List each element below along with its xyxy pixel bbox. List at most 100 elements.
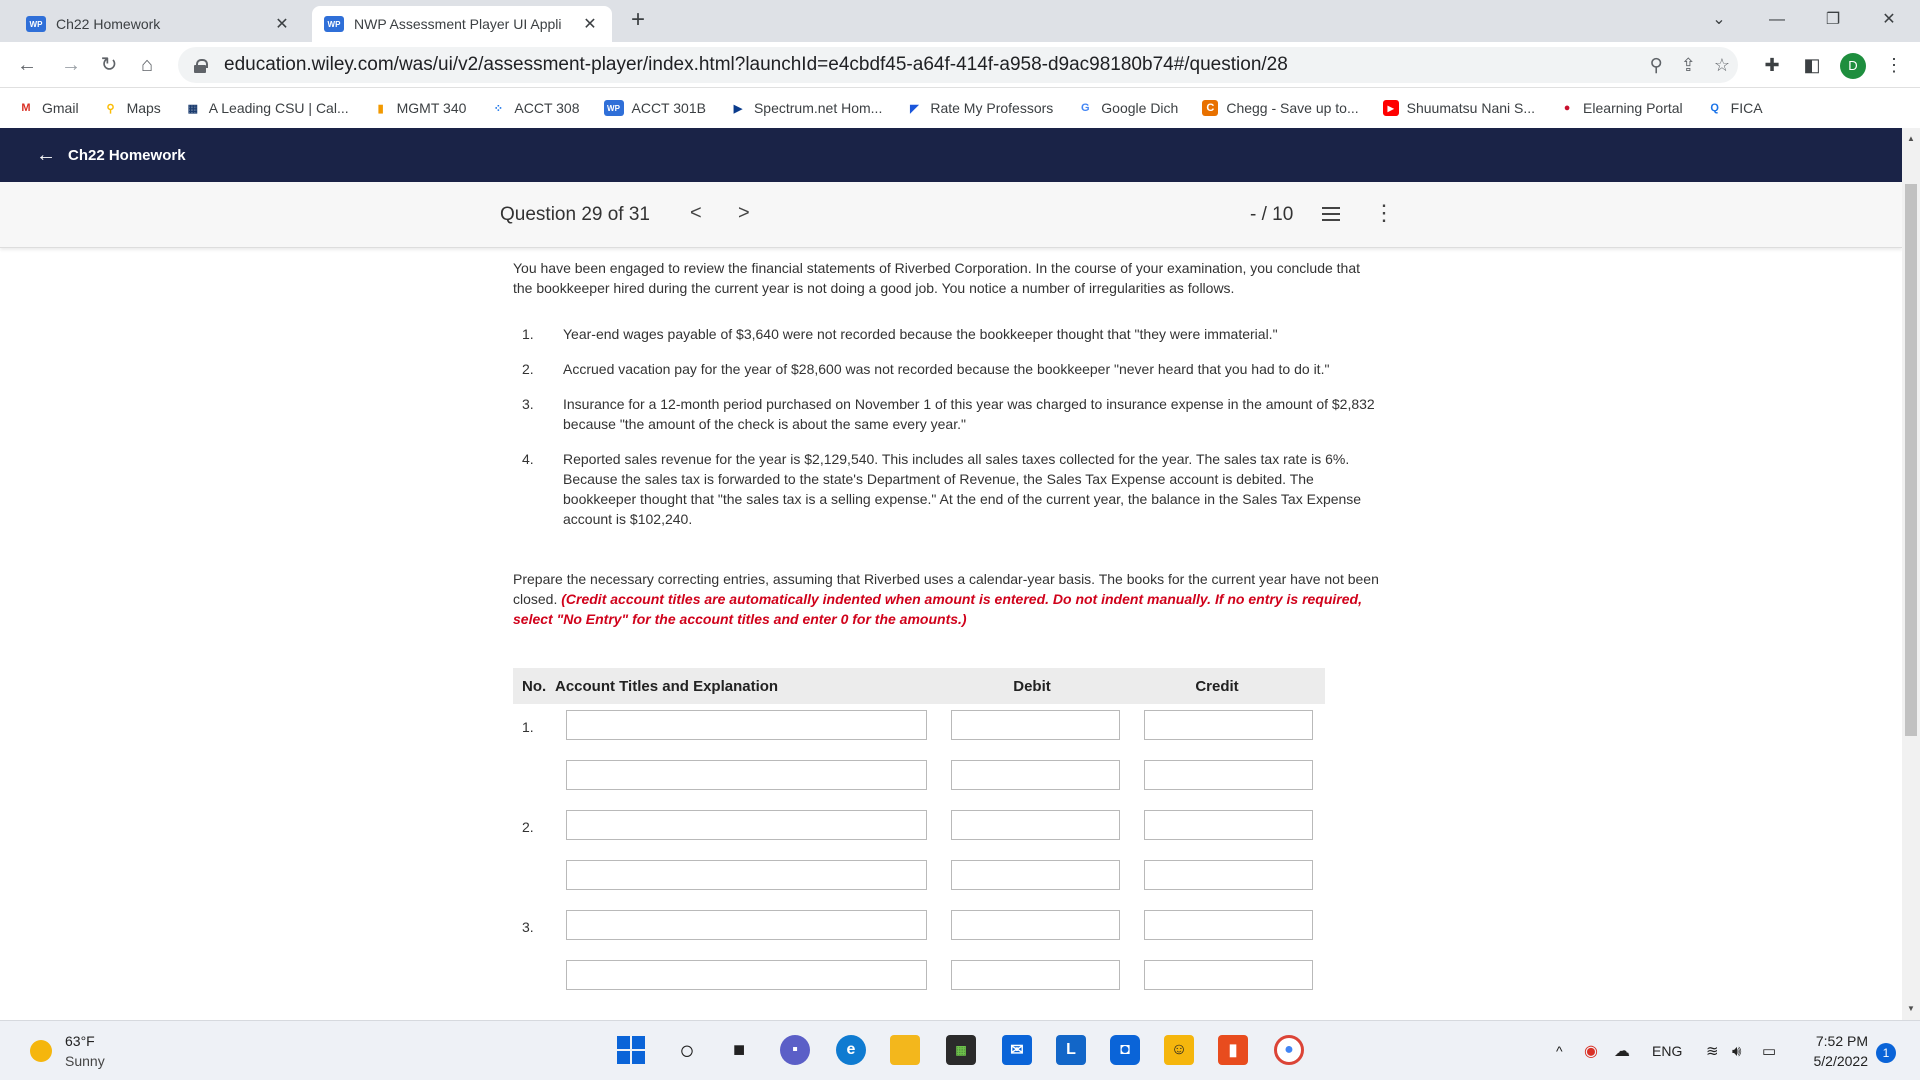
debit-input[interactable] xyxy=(951,860,1120,890)
bookmark-gmail[interactable]: M Gmail xyxy=(18,100,78,116)
notification-badge[interactable]: 1 xyxy=(1876,1043,1896,1063)
office-app-icon[interactable]: ▮ xyxy=(1218,1035,1248,1065)
question-list-icon[interactable] xyxy=(1322,206,1340,222)
account-title-input[interactable] xyxy=(566,910,927,940)
bookmark-chegg[interactable]: C Chegg - Save up to... xyxy=(1202,100,1359,116)
microsoft-store-icon[interactable]: ▦ xyxy=(946,1035,976,1065)
debit-input[interactable] xyxy=(951,910,1120,940)
tab-ch22-homework[interactable]: WP Ch22 Homework ✕ xyxy=(14,6,304,42)
chrome-browser-icon[interactable]: ● xyxy=(1274,1035,1304,1065)
share-icon[interactable]: ⇪ xyxy=(1681,55,1696,76)
scroll-down-arrow-icon[interactable]: ▼ xyxy=(1902,1004,1920,1013)
tab-close-icon[interactable]: ✕ xyxy=(272,14,292,34)
bookmark-rmp[interactable]: ◤ Rate My Professors xyxy=(906,100,1053,116)
credit-input[interactable] xyxy=(1144,710,1313,740)
chrome-menu-icon[interactable]: ⋮ xyxy=(1880,51,1908,79)
tray-overflow-chevron-icon[interactable]: ^ xyxy=(1556,1021,1563,1081)
bookmark-csu[interactable]: ▦ A Leading CSU | Cal... xyxy=(185,100,349,116)
maps-pin-icon: ⚲ xyxy=(106,102,115,115)
debit-input[interactable] xyxy=(951,760,1120,790)
credit-input[interactable] xyxy=(1144,760,1313,790)
home-icon[interactable]: ⌂ xyxy=(132,50,162,80)
bookmark-fica[interactable]: Q FICA xyxy=(1707,100,1762,116)
question-counter[interactable]: Question 29 of 31 xyxy=(500,204,650,226)
new-tab-button[interactable]: + xyxy=(624,6,652,34)
bookmark-label: Google Dich xyxy=(1101,100,1179,116)
forward-arrow-icon[interactable]: → xyxy=(56,50,86,80)
file-explorer-icon[interactable] xyxy=(890,1035,920,1065)
minimize-button[interactable]: — xyxy=(1754,0,1800,42)
extensions-puzzle-icon[interactable]: ✚ xyxy=(1758,51,1786,79)
lockdown-browser-icon[interactable]: L xyxy=(1056,1035,1086,1065)
battery-icon[interactable]: ▭ xyxy=(1762,1021,1776,1081)
debit-input[interactable] xyxy=(951,710,1120,740)
tab-close-icon[interactable]: ✕ xyxy=(580,14,600,34)
back-arrow-icon[interactable]: ← xyxy=(36,144,56,167)
bookmark-shuumatsu[interactable]: ▶ Shuumatsu Nani S... xyxy=(1382,100,1535,116)
volume-icon[interactable]: 🔊︎ xyxy=(1732,1021,1741,1081)
search-icon[interactable]: ○ xyxy=(672,1035,702,1065)
tray-app-icon[interactable]: ◉ xyxy=(1584,1021,1598,1081)
account-title-input[interactable] xyxy=(566,860,927,890)
address-bar[interactable]: education.wiley.com/was/ui/v2/assessment… xyxy=(178,47,1738,83)
account-title-input[interactable] xyxy=(566,960,927,990)
wifi-icon[interactable]: ≋ xyxy=(1706,1021,1719,1081)
weather-condition[interactable]: Sunny xyxy=(65,1053,105,1069)
bookmark-mgmt340[interactable]: ▮ MGMT 340 xyxy=(373,100,467,116)
previous-question-chevron-icon[interactable]: < xyxy=(690,202,702,225)
zoom-meeting-icon[interactable]: ◘ xyxy=(1110,1035,1140,1065)
task-view-icon[interactable]: ■ xyxy=(724,1035,754,1065)
credit-input[interactable] xyxy=(1144,860,1313,890)
restore-button[interactable]: ❐ xyxy=(1810,0,1856,42)
side-panel-icon[interactable]: ◧ xyxy=(1798,51,1826,79)
entry-number: 3. xyxy=(522,919,534,935)
zoom-icon[interactable]: ⚲ xyxy=(1650,55,1663,76)
language-indicator[interactable]: ENG xyxy=(1652,1021,1682,1081)
bookmark-elearning[interactable]: ● Elearning Portal xyxy=(1559,100,1683,116)
system-clock[interactable]: 7:52 PM 5/2/2022 xyxy=(1790,1031,1869,1071)
tab-assessment-player[interactable]: WP NWP Assessment Player UI Appli ✕ xyxy=(312,6,612,42)
bookmark-acct308[interactable]: ⁘ ACCT 308 xyxy=(490,100,580,116)
onedrive-cloud-icon[interactable]: ☁ xyxy=(1614,1021,1630,1081)
bookmark-maps[interactable]: ⚲ Maps xyxy=(103,100,161,116)
assignment-back-link[interactable]: Ch22 Homework xyxy=(68,147,186,164)
credit-input[interactable] xyxy=(1144,910,1313,940)
url-text[interactable]: education.wiley.com/was/ui/v2/assessment… xyxy=(224,54,1288,76)
debit-input[interactable] xyxy=(951,960,1120,990)
tab-search-chevron-icon[interactable]: ⌄ xyxy=(1696,0,1742,42)
weather-temperature[interactable]: 63°F xyxy=(65,1033,95,1049)
account-title-input[interactable] xyxy=(566,810,927,840)
credit-input[interactable] xyxy=(1144,810,1313,840)
edge-browser-icon[interactable]: e xyxy=(836,1035,866,1065)
teams-chat-icon[interactable]: ▪ xyxy=(780,1035,810,1065)
bookmark-star-icon[interactable]: ☆ xyxy=(1714,55,1730,76)
table-row: 2. xyxy=(513,804,1325,854)
account-title-input[interactable] xyxy=(566,710,927,740)
table-row xyxy=(513,754,1325,804)
list-item: 3. Insurance for a 12-month period purcha… xyxy=(513,394,1383,434)
bitmoji-app-icon[interactable]: ☺ xyxy=(1164,1035,1194,1065)
scrollbar-thumb[interactable] xyxy=(1905,184,1917,736)
back-arrow-icon[interactable]: ← xyxy=(12,50,42,80)
bookmark-spectrum[interactable]: ▶ Spectrum.net Hom... xyxy=(730,100,883,116)
next-question-chevron-icon[interactable]: > xyxy=(738,202,750,225)
bookmark-acct301b[interactable]: WP ACCT 301B xyxy=(603,100,706,116)
reload-icon[interactable]: ↻ xyxy=(94,50,124,80)
table-row xyxy=(513,854,1325,904)
more-options-icon[interactable]: ⋮ xyxy=(1373,202,1395,224)
profile-avatar[interactable]: D xyxy=(1840,53,1866,79)
debit-input[interactable] xyxy=(951,810,1120,840)
bookmark-label: A Leading CSU | Cal... xyxy=(208,100,349,116)
credit-input[interactable] xyxy=(1144,960,1313,990)
close-window-button[interactable]: ✕ xyxy=(1866,0,1912,42)
mail-icon[interactable]: ✉ xyxy=(1002,1035,1032,1065)
bookmark-google-dich[interactable]: G Google Dich xyxy=(1077,100,1178,116)
search-q-icon: Q xyxy=(1710,102,1719,114)
weather-sun-icon[interactable] xyxy=(30,1040,52,1062)
account-title-input[interactable] xyxy=(566,760,927,790)
scroll-up-arrow-icon[interactable]: ▲ xyxy=(1902,134,1920,143)
page-scrollbar[interactable]: ▲ ▼ xyxy=(1902,128,1920,1020)
header-debit: Debit xyxy=(1013,677,1051,695)
start-windows-icon[interactable] xyxy=(616,1035,646,1065)
dots-icon: ⁘ xyxy=(493,102,503,115)
